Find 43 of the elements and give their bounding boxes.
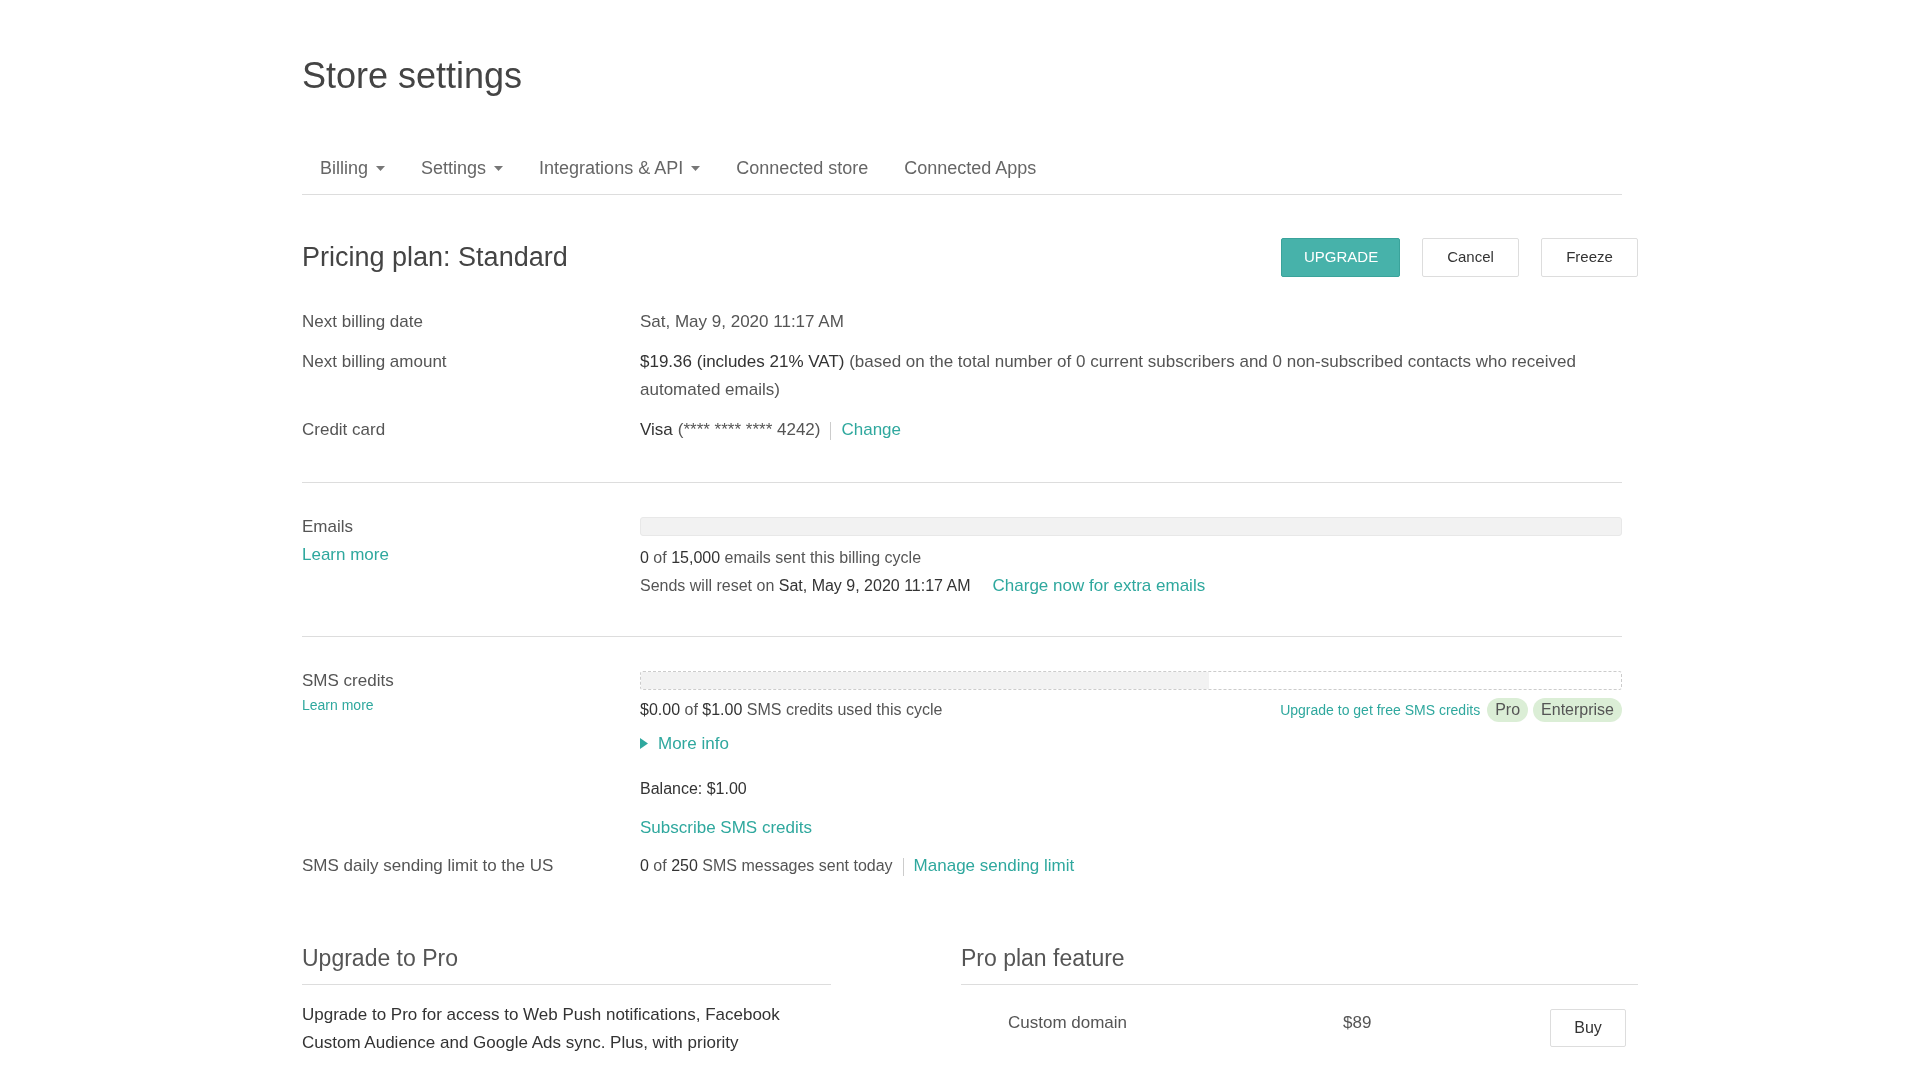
nav-tab[interactable]: Billing (302, 156, 404, 180)
upgrade-description: Upgrade to Pro for access to Web Push notifications, Facebook Custom Audience and Google Ads sync. Plus, with priority (302, 1003, 781, 1054)
charge-link[interactable]: Charge now for extra emails (992, 571, 1206, 600)
learn-more-link[interactable]: Learn more (302, 694, 374, 715)
section-label: SMS credits (302, 669, 394, 692)
row-label: Credit card (302, 418, 387, 441)
plan-button[interactable]: Freeze (1541, 237, 1638, 277)
change-link[interactable]: Change (841, 415, 902, 444)
reset-text: Sends will reset on Sat, May 9, 2020 11:17 AM (640, 575, 971, 596)
buy-button[interactable]: Buy (1550, 1008, 1626, 1047)
plan-badge: Enterprise (1533, 697, 1622, 722)
feature-name: Custom domain (1008, 1011, 1129, 1034)
section-heading: Pro plan feature (961, 941, 1638, 985)
nav-tab[interactable]: Settings (403, 156, 522, 180)
plan-name: Standard (458, 242, 568, 272)
usage-text: $0.00 of $1.00 SMS credits used this cycle (640, 699, 943, 720)
learn-more-link[interactable]: Learn more (302, 540, 389, 569)
plan-button[interactable]: Cancel (1422, 237, 1519, 277)
subscribe-link[interactable]: Subscribe SMS credits (640, 813, 812, 842)
plan-badge: Pro (1487, 697, 1529, 722)
row-value: Sat, May 9, 2020 11:17 AM (640, 310, 844, 333)
balance-text: Balance: $1.00 (640, 778, 747, 799)
row-label: Next billing amount (302, 350, 448, 373)
card-brand: Visa (640, 418, 673, 441)
plan-button[interactable]: UPGRADE (1281, 237, 1400, 277)
manage-limit-link[interactable]: Manage sending limit (913, 851, 1075, 880)
nav-tab[interactable]: Connected store (718, 156, 887, 180)
card-number: (**** **** **** 4242) (677, 418, 821, 441)
section-label: Emails (302, 515, 353, 538)
triangle-icon (640, 738, 648, 749)
nav-tab[interactable]: Connected Apps (886, 156, 1055, 180)
more-info-toggle[interactable]: More info (640, 729, 729, 758)
section-heading: Upgrade to Pro (302, 941, 831, 985)
usage-text: 0 of 15,000 emails sent this billing cycle (640, 547, 922, 568)
row-label: Next billing date (302, 310, 424, 333)
upgrade-link[interactable]: Upgrade to get free SMS credits (1280, 695, 1481, 724)
row-value: 0 of 250 SMS messages sent today (640, 855, 893, 876)
plan-label: Pricing plan: (302, 242, 451, 272)
page-title: Store settings (302, 54, 524, 98)
nav-tab[interactable]: Integrations & API (521, 156, 719, 180)
feature-price: $89 (1343, 1011, 1372, 1034)
row-value: $19.36 (includes 21% VAT) (based on the total number of 0 current subscribers and 0 non-subscribed contacts who received automated emails) (640, 350, 1577, 401)
row-label: SMS daily sending limit to the US (302, 854, 555, 877)
